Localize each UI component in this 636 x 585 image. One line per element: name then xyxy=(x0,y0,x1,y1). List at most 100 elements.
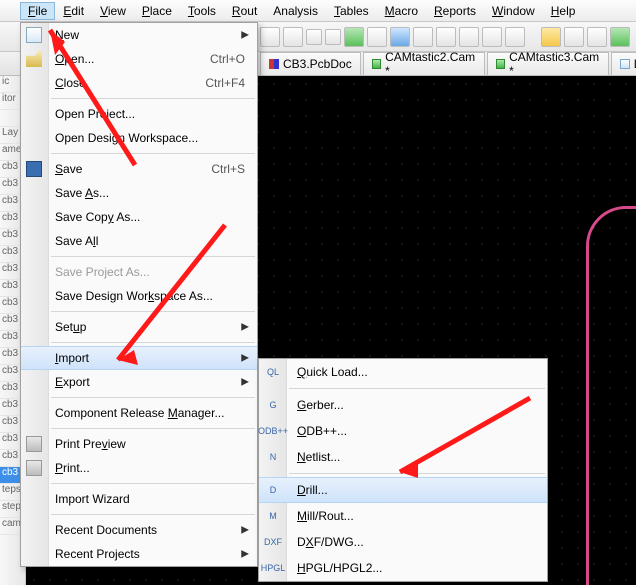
board-outline xyxy=(586,206,636,585)
document-tab[interactable]: CAMtastic2.Cam * xyxy=(363,52,485,75)
submenu-item-label: Gerber... xyxy=(297,398,344,412)
submenu-item-drill[interactable]: DDrill... xyxy=(259,477,547,503)
menu-item-label: New xyxy=(55,28,257,42)
menu-item-recent-projects[interactable]: Recent Projects▶ xyxy=(21,542,257,566)
menu-item-label: Recent Projects xyxy=(55,547,257,561)
menu-file[interactable]: File xyxy=(20,2,55,20)
menu-item-recent-documents[interactable]: Recent Documents▶ xyxy=(21,518,257,542)
menu-item-label: Component Release Manager... xyxy=(55,406,257,420)
menu-item-export[interactable]: Export▶ xyxy=(21,370,257,394)
menu-separator xyxy=(51,483,255,484)
menu-item-label: Close xyxy=(55,76,205,90)
submenu-item-odb[interactable]: ODB++ODB++... xyxy=(259,418,547,444)
submenu-item-mill-rout[interactable]: M Mill/Rout... xyxy=(259,503,547,529)
menu-view[interactable]: View xyxy=(92,2,134,20)
import-submenu: QLQuick Load...GGerber...ODB++ODB++...NN… xyxy=(258,358,548,582)
menu-item-setup[interactable]: Setup▶ xyxy=(21,315,257,339)
toolbar-button[interactable] xyxy=(610,27,630,47)
toolbar-button[interactable] xyxy=(482,27,502,47)
submenu-item-netlist[interactable]: NNetlist... xyxy=(259,444,547,470)
pcb-icon xyxy=(269,59,279,69)
submenu-item-gerber[interactable]: G Gerber... xyxy=(259,392,547,418)
toolbar-button[interactable] xyxy=(564,27,584,47)
submenu-arrow-icon: ▶ xyxy=(241,377,249,388)
open-icon xyxy=(26,51,42,67)
menu-item-import-wizard[interactable]: Import Wizard xyxy=(21,487,257,511)
document-tab[interactable]: CB3.PcbDoc xyxy=(260,52,361,75)
menu-tools[interactable]: Tools xyxy=(180,2,224,20)
menu-item-print[interactable]: Print... xyxy=(21,456,257,480)
menu-item-label: Open Design Workspace... xyxy=(55,131,257,145)
toolbar-button[interactable] xyxy=(260,27,280,47)
toolbar-button[interactable] xyxy=(505,27,525,47)
menu-item-label: Print Preview xyxy=(55,437,257,451)
submenu-item-label: Mill/Rout... xyxy=(297,509,354,523)
menu-reports[interactable]: Reports xyxy=(426,2,484,20)
toolbar-button[interactable] xyxy=(436,27,456,47)
menu-item-save[interactable]: SaveCtrl+S xyxy=(21,157,257,181)
submenu-icon: D xyxy=(265,482,281,498)
toolbar-button[interactable] xyxy=(344,27,364,47)
menu-item-save-copy-as[interactable]: Save Copy As... xyxy=(21,205,257,229)
file-menu: New▶Open...Ctrl+OCloseCtrl+F4Open Projec… xyxy=(20,22,258,567)
menu-item-close[interactable]: CloseCtrl+F4 xyxy=(21,71,257,95)
toolbar-button[interactable] xyxy=(413,27,433,47)
menu-place[interactable]: Place xyxy=(134,2,180,20)
toolbar-button[interactable] xyxy=(587,27,607,47)
menu-item-open[interactable]: Open...Ctrl+O xyxy=(21,47,257,71)
menu-separator xyxy=(51,311,255,312)
menu-item-import[interactable]: Import▶ xyxy=(21,346,257,370)
cam-icon xyxy=(496,59,505,69)
menu-macro[interactable]: Macro xyxy=(377,2,426,20)
menu-edit[interactable]: Edit xyxy=(55,2,92,20)
menu-item-open-design-workspace[interactable]: Open Design Workspace... xyxy=(21,126,257,150)
submenu-icon: G xyxy=(265,397,281,413)
tab-label: CB3.PcbDoc xyxy=(283,57,352,71)
menu-separator xyxy=(51,428,255,429)
submenu-item-label: HPGL/HPGL2... xyxy=(297,561,382,575)
menu-help[interactable]: Help xyxy=(543,2,584,20)
log-icon xyxy=(620,59,630,69)
menu-analysis[interactable]: Analysis xyxy=(265,2,326,20)
menu-item-open-project[interactable]: Open Project... xyxy=(21,102,257,126)
submenu-arrow-icon: ▶ xyxy=(241,353,249,364)
toolbar-button[interactable] xyxy=(541,27,561,47)
toolbar-button[interactable] xyxy=(390,27,410,47)
submenu-arrow-icon: ▶ xyxy=(241,525,249,536)
menu-bar: FileEditViewPlaceToolsRoutAnalysisTables… xyxy=(0,0,636,22)
menu-item-label: Setup xyxy=(55,320,257,334)
menu-item-save-as[interactable]: Save As... xyxy=(21,181,257,205)
submenu-item-dxf-dwg[interactable]: DXF DXF/DWG... xyxy=(259,529,547,555)
toolbar-button[interactable] xyxy=(283,27,303,47)
menu-item-save-design-workspace-as[interactable]: Save Design Workspace As... xyxy=(21,284,257,308)
toolbar-button[interactable] xyxy=(306,29,322,45)
menu-separator xyxy=(51,153,255,154)
submenu-item-label: DXF/DWG... xyxy=(297,535,364,549)
menu-item-component-release-manager[interactable]: Component Release Manager... xyxy=(21,401,257,425)
toolbar-button[interactable] xyxy=(367,27,387,47)
menu-rout[interactable]: Rout xyxy=(224,2,265,20)
submenu-icon: DXF xyxy=(265,534,281,550)
document-tab[interactable]: CAMtastic3.Cam * xyxy=(487,52,609,75)
submenu-item-hpgl-hpgl[interactable]: HPGLHPGL/HPGL2... xyxy=(259,555,547,581)
cam-icon xyxy=(372,59,381,69)
toolbar-button[interactable] xyxy=(325,29,341,45)
menu-shortcut: Ctrl+S xyxy=(211,162,257,176)
menu-item-label: Save All xyxy=(55,234,257,248)
menu-item-new[interactable]: New▶ xyxy=(21,23,257,47)
submenu-arrow-icon: ▶ xyxy=(241,322,249,333)
menu-window[interactable]: Window xyxy=(484,2,543,20)
submenu-item-quick-load[interactable]: QLQuick Load... xyxy=(259,359,547,385)
menu-item-print-preview[interactable]: Print Preview xyxy=(21,432,257,456)
menu-shortcut: Ctrl+F4 xyxy=(205,76,257,90)
submenu-icon: M xyxy=(265,508,281,524)
menu-separator xyxy=(51,256,255,257)
submenu-item-label: Quick Load... xyxy=(297,365,368,379)
menu-tables[interactable]: Tables xyxy=(326,2,377,20)
submenu-icon: N xyxy=(265,449,281,465)
toolbar-button[interactable] xyxy=(459,27,479,47)
menu-item-save-all[interactable]: Save All xyxy=(21,229,257,253)
document-tab[interactable]: Log_201 xyxy=(611,52,636,75)
menu-separator xyxy=(51,342,255,343)
menu-item-label: Save xyxy=(55,162,211,176)
